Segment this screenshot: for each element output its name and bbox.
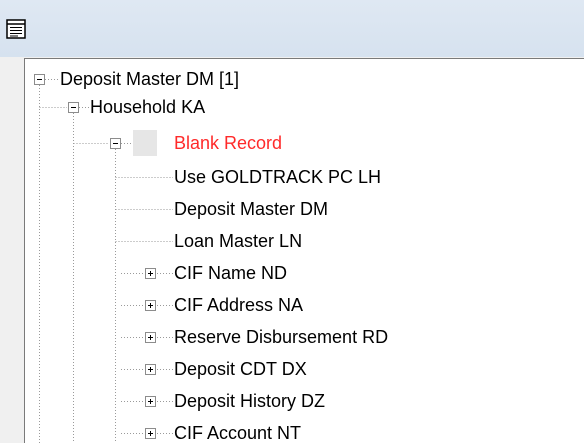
- tree-node-deposit-cdt[interactable]: Deposit CDT DX: [173, 355, 308, 383]
- tree-node-label: Use GOLDTRACK PC LH: [174, 167, 382, 187]
- tree-node-label: Deposit CDT DX: [174, 359, 307, 379]
- toolbar: [0, 0, 584, 57]
- tree-node-blank-record[interactable]: Blank Record: [173, 129, 283, 157]
- tree-node-label: Deposit Master DM [1]: [60, 69, 240, 89]
- tree-node-deposit-history[interactable]: Deposit History DZ: [173, 387, 326, 415]
- tree-node-cif-name[interactable]: CIF Name ND: [173, 259, 288, 287]
- tree-node-use-goldtrack[interactable]: Use GOLDTRACK PC LH: [173, 163, 382, 191]
- blank-record-icon: [133, 130, 157, 156]
- expand-toggle-cif-address[interactable]: [145, 300, 156, 311]
- tree-node-deposit-master[interactable]: Deposit Master DM: [173, 195, 329, 223]
- tree-node-cif-address[interactable]: CIF Address NA: [173, 291, 304, 319]
- tree-node-label: CIF Address NA: [174, 295, 304, 315]
- expand-toggle-reserve-disbursement[interactable]: [145, 332, 156, 343]
- tree-node-household[interactable]: Household KA: [89, 93, 206, 121]
- tree-node-label: Loan Master LN: [174, 231, 303, 251]
- tree-node-label: Deposit Master DM: [174, 199, 329, 219]
- tree-node-cif-account[interactable]: CIF Account NT: [173, 419, 302, 443]
- root-collapse-toggle[interactable]: [34, 74, 45, 85]
- tree-node-label: CIF Account NT: [174, 423, 302, 443]
- tree-node-label: Deposit History DZ: [174, 391, 326, 411]
- expand-toggle-cif-name[interactable]: [145, 268, 156, 279]
- tree-node-reserve-disbursement[interactable]: Reserve Disbursement RD: [173, 323, 389, 351]
- tree-view[interactable]: Deposit Master DM [1] Household KA Blank…: [24, 58, 584, 443]
- expand-toggle-deposit-history[interactable]: [145, 396, 156, 407]
- household-collapse-toggle[interactable]: [68, 102, 79, 113]
- blank-record-collapse-toggle[interactable]: [110, 138, 121, 149]
- document-icon[interactable]: [4, 17, 28, 41]
- tree-node-loan-master[interactable]: Loan Master LN: [173, 227, 303, 255]
- tree-node-label: CIF Name ND: [174, 263, 288, 283]
- tree-node-label: Blank Record: [174, 133, 283, 153]
- expand-toggle-deposit-cdt[interactable]: [145, 364, 156, 375]
- tree-node-deposit-master-root[interactable]: Deposit Master DM [1]: [59, 65, 240, 93]
- expand-toggle-cif-account[interactable]: [145, 428, 156, 439]
- tree-node-label: Household KA: [90, 97, 206, 117]
- tree-node-label: Reserve Disbursement RD: [174, 327, 389, 347]
